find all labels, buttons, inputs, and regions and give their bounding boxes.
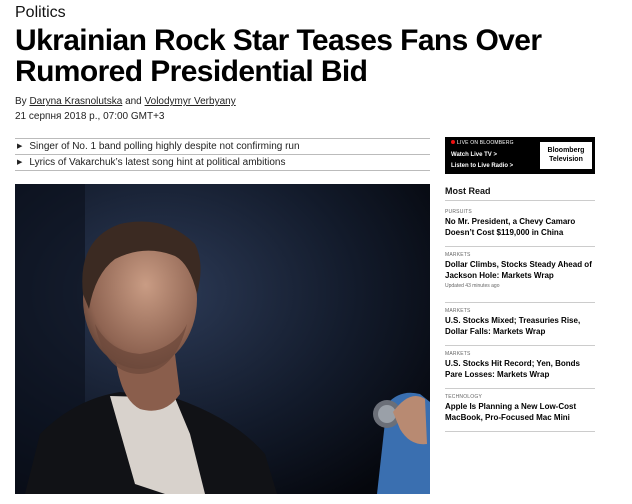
most-read-item[interactable]: MARKETS Dollar Climbs, Stocks Steady Ahe…: [445, 252, 595, 289]
most-read-item[interactable]: PURSUITS No Mr. President, a Chevy Camar…: [445, 209, 595, 238]
most-read-category: PURSUITS: [445, 209, 472, 215]
live-tv-promo[interactable]: LIVE ON BLOOMBERG Watch Live TV > Listen…: [445, 137, 595, 174]
author-link-2[interactable]: Volodymyr Verbyany: [145, 96, 236, 107]
divider: [445, 345, 595, 346]
divider: [445, 302, 595, 303]
most-read-headline[interactable]: No Mr. President, a Chevy Camaro Doesn’t…: [445, 216, 595, 238]
summary-bullet: ▶ Singer of No. 1 band polling highly des…: [15, 139, 430, 155]
updated-time: Updated 43 minutes ago: [445, 283, 500, 289]
most-read-headline[interactable]: U.S. Stocks Hit Record; Yen, Bonds Pare …: [445, 358, 595, 380]
divider: [445, 431, 595, 432]
headline-line-1: Ukrainian Rock Star Teases Fans Over: [15, 24, 542, 57]
summary-bullet: ▶ Lyrics of Vakarchuk’s latest song hint …: [15, 155, 430, 171]
bullet-text: Lyrics of Vakarchuk’s latest song hint a…: [29, 157, 286, 168]
bullet-text: Singer of No. 1 band polling highly desp…: [29, 141, 300, 152]
lead-photo: [15, 184, 430, 494]
triangle-right-icon: ▶: [17, 159, 23, 166]
most-read-headline[interactable]: Apple Is Planning a New Low-Cost MacBook…: [445, 401, 595, 423]
lead-photo-image: [15, 184, 430, 494]
triangle-right-icon: ▶: [17, 143, 23, 150]
headline: Ukrainian Rock Star Teases Fans Over Rum…: [15, 25, 615, 87]
dateline: 21 серпня 2018 р., 07:00 GMT+3: [15, 111, 165, 122]
headline-line-2: Rumored Presidential Bid: [15, 55, 368, 88]
most-read-category: MARKETS: [445, 252, 471, 258]
watch-live-tv-link[interactable]: Watch Live TV >: [451, 152, 497, 158]
divider: [445, 388, 595, 389]
byline: By Daryna Krasnolutska and Volodymyr Ver…: [15, 96, 236, 107]
most-read-item[interactable]: MARKETS U.S. Stocks Hit Record; Yen, Bon…: [445, 351, 595, 380]
most-read-title: Most Read: [445, 186, 491, 196]
listen-live-radio-link[interactable]: Listen to Live Radio >: [451, 163, 513, 169]
most-read-category: MARKETS: [445, 308, 471, 314]
byline-and: and: [125, 96, 142, 107]
most-read-category: MARKETS: [445, 351, 471, 357]
live-label: LIVE ON BLOOMBERG: [451, 140, 514, 146]
divider: [445, 200, 595, 201]
most-read-category: TECHNOLOGY: [445, 394, 483, 400]
section-label[interactable]: Politics: [15, 4, 66, 22]
summary-bullets: ▶ Singer of No. 1 band polling highly des…: [15, 138, 430, 171]
divider: [445, 246, 595, 247]
live-dot-icon: [451, 140, 455, 144]
most-read-item[interactable]: MARKETS U.S. Stocks Mixed; Treasuries Ri…: [445, 308, 595, 337]
most-read-item[interactable]: TECHNOLOGY Apple Is Planning a New Low-C…: [445, 394, 595, 423]
author-link-1[interactable]: Daryna Krasnolutska: [29, 96, 122, 107]
most-read-headline[interactable]: U.S. Stocks Mixed; Treasuries Rise, Doll…: [445, 315, 595, 337]
most-read-headline[interactable]: Dollar Climbs, Stocks Steady Ahead of Ja…: [445, 259, 595, 281]
bloomberg-television-logo[interactable]: Bloomberg Television: [540, 142, 592, 169]
byline-prefix: By: [15, 96, 27, 107]
